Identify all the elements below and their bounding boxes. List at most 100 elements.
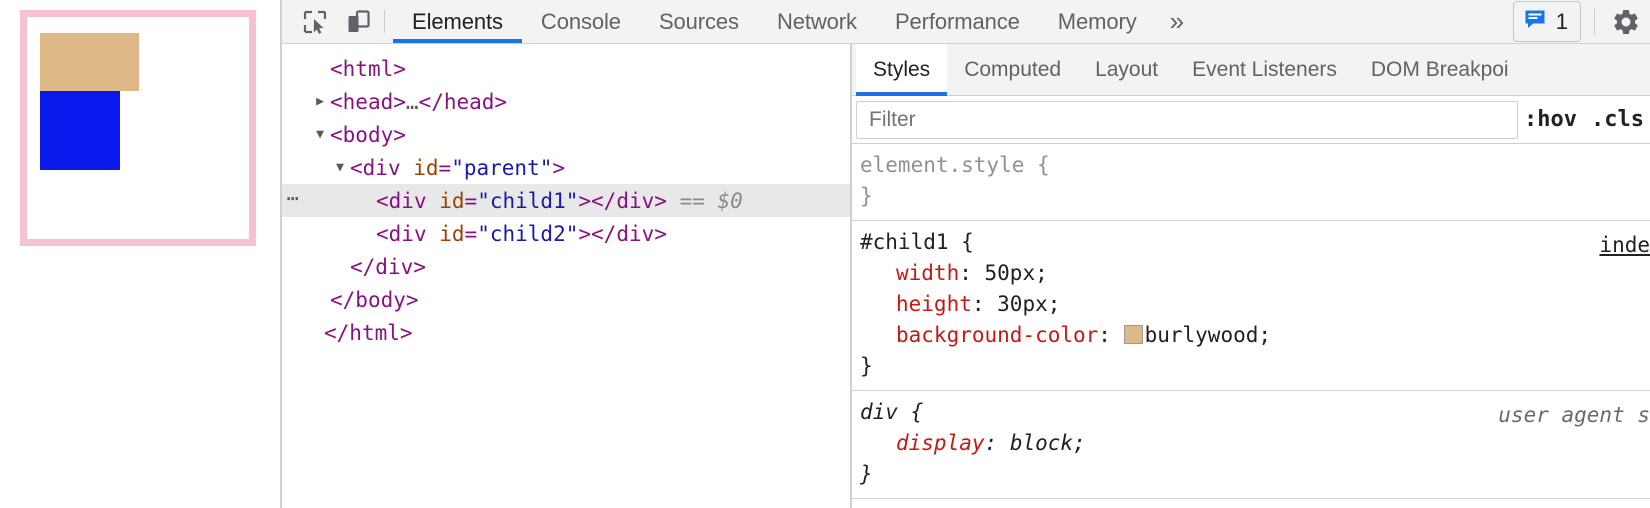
tab-network[interactable]: Network [758,0,876,43]
dom-node-text: </div> [350,254,426,279]
css-property: width [896,261,960,285]
css-value[interactable]: 50px [985,261,1036,285]
tab-sources[interactable]: Sources [640,0,758,43]
tab-elements-label: Elements [412,8,503,34]
toolbar-right-group: 1 [1512,0,1650,43]
tab-styles-label: Styles [873,57,931,81]
devtools-window: Elements Console Sources Network Perform… [0,0,1650,508]
parent-id-value: parent [463,155,540,180]
dom-node-parent-open[interactable]: ▼ <div id="parent"> [282,151,850,184]
css-property: display [896,431,985,455]
styles-filter-input[interactable] [856,100,1519,139]
selected-node-ref: == $0 [679,188,743,213]
cls-button[interactable]: .cls [1591,107,1644,132]
child1-div-preview [40,33,139,91]
dom-node-html-close[interactable]: </html> [282,316,850,349]
more-tabs-label: » [1169,6,1185,36]
styles-filter-bar: :hov .cls [852,96,1650,144]
dom-node-parent-close[interactable]: </div> [282,250,850,283]
css-value: block [1009,431,1074,455]
css-origin-link[interactable]: inde [1599,233,1650,257]
styles-tab-strip: Styles Computed Layout Event Listeners D… [852,44,1650,96]
tab-memory[interactable]: Memory [1039,0,1156,43]
tab-event-listeners-label: Event Listeners [1192,57,1337,81]
css-rule-close: } [860,354,873,378]
tab-dom-breakpoints-label: DOM Breakpoi [1370,57,1509,81]
css-rule-element-style[interactable]: element.style { } [852,144,1650,221]
tab-computed[interactable]: Computed [947,44,1078,95]
color-swatch[interactable] [1123,325,1143,344]
hov-button[interactable]: :hov [1524,107,1577,132]
row-gutter-ellipsis-icon[interactable]: ⋯ [282,188,304,208]
more-tabs-chevron-icon[interactable]: » [1156,0,1198,43]
gear-icon[interactable] [1608,4,1644,40]
tab-performance-label: Performance [894,8,1020,34]
tab-dom-breakpoints[interactable]: DOM Breakpoi [1354,44,1526,95]
message-bubble-icon [1523,7,1547,36]
dom-node-html-open[interactable]: <html> [282,52,850,85]
dom-node-text: </body> [330,287,419,312]
css-value[interactable]: 30px [997,292,1048,316]
css-origin-user-agent: user agent s [1498,403,1650,427]
dom-node-text: <body> [330,122,406,147]
css-declaration-height[interactable]: height: 30px; [852,289,1650,320]
css-selector[interactable]: #child1 { [852,227,1650,258]
dom-node-body-open[interactable]: ▼ <body> [282,118,850,151]
dom-node-head[interactable]: ▶ <head>…</head> [282,85,850,118]
tab-styles[interactable]: Styles [856,44,948,96]
devtools-root: Elements Console Sources Network Perform… [282,0,1650,508]
css-rule-child1[interactable]: #child1 { inde width: 50px; height: 30px… [852,221,1650,391]
styles-pane: Styles Computed Layout Event Listeners D… [852,44,1650,508]
devtools-panes: <html> ▶ <head>…</head> ▼ <body> ▼ <div … [282,44,1650,508]
toolbar-icon-group [282,0,382,43]
expand-head-triangle-icon[interactable]: ▶ [310,95,330,108]
css-declaration-background-color[interactable]: background-color: burlywood; [852,320,1650,351]
pseudo-state-buttons: :hov .cls [1524,107,1650,132]
dom-node-child2[interactable]: <div id="child2"></div> [282,217,850,250]
css-property: background-color [896,323,1099,347]
tab-layout-label: Layout [1095,57,1159,81]
device-toolbar-icon[interactable] [342,5,376,39]
toolbar-right-divider [1594,8,1595,35]
devtools-tab-strip: Elements Console Sources Network Perform… [393,0,1513,43]
tab-console-label: Console [540,8,621,34]
devtools-toolbar: Elements Console Sources Network Perform… [282,0,1650,44]
tab-sources-label: Sources [658,8,739,34]
tab-memory-label: Memory [1057,8,1137,34]
console-message-badge[interactable]: 1 [1512,1,1581,42]
tab-computed-label: Computed [964,57,1062,81]
page-viewport [0,0,280,508]
css-rules-list: element.style { } #child1 { inde width: … [852,144,1650,508]
tab-layout[interactable]: Layout [1078,44,1175,95]
dom-node-text: </html> [324,320,413,345]
dom-node-text: <div id="parent"> [350,155,566,180]
tab-performance[interactable]: Performance [876,0,1039,43]
css-rule-div-user-agent[interactable]: div { user agent s display: block; } [852,391,1650,499]
dom-node-text: <html> [330,56,406,81]
dom-node-text: <div id="child2"></div> [376,221,667,246]
child2-div-preview [40,91,120,170]
child1-id-value: child1 [489,188,566,213]
inspect-element-icon[interactable] [298,5,332,39]
css-declaration-width[interactable]: width: 50px; [852,258,1650,289]
toolbar-divider [384,10,385,33]
child2-id-value: child2 [489,221,566,246]
css-selector[interactable]: element.style { [852,150,1650,181]
css-rule-close: } [860,184,873,208]
dom-node-body-close[interactable]: </body> [282,283,850,316]
collapse-parent-triangle-icon[interactable]: ▼ [330,161,350,174]
tab-network-label: Network [776,8,857,34]
tab-elements[interactable]: Elements [393,0,522,43]
message-count-label: 1 [1555,8,1568,34]
dom-node-child1-selected[interactable]: ⋯ <div id="child1"></div> == $0 [282,184,850,217]
tab-event-listeners[interactable]: Event Listeners [1175,44,1354,95]
tab-console[interactable]: Console [522,0,640,43]
css-rule-close: } [860,462,873,486]
css-value[interactable]: burlywood [1145,323,1259,347]
css-property: height [896,292,972,316]
dom-tree-pane[interactable]: <html> ▶ <head>…</head> ▼ <body> ▼ <div … [282,44,850,508]
collapse-body-triangle-icon[interactable]: ▼ [310,128,330,141]
dom-node-text: <div id="child1"></div> == $0 [376,188,743,213]
css-declaration-display[interactable]: display: block; [852,428,1650,459]
dom-node-text: <head>…</head> [330,89,508,114]
